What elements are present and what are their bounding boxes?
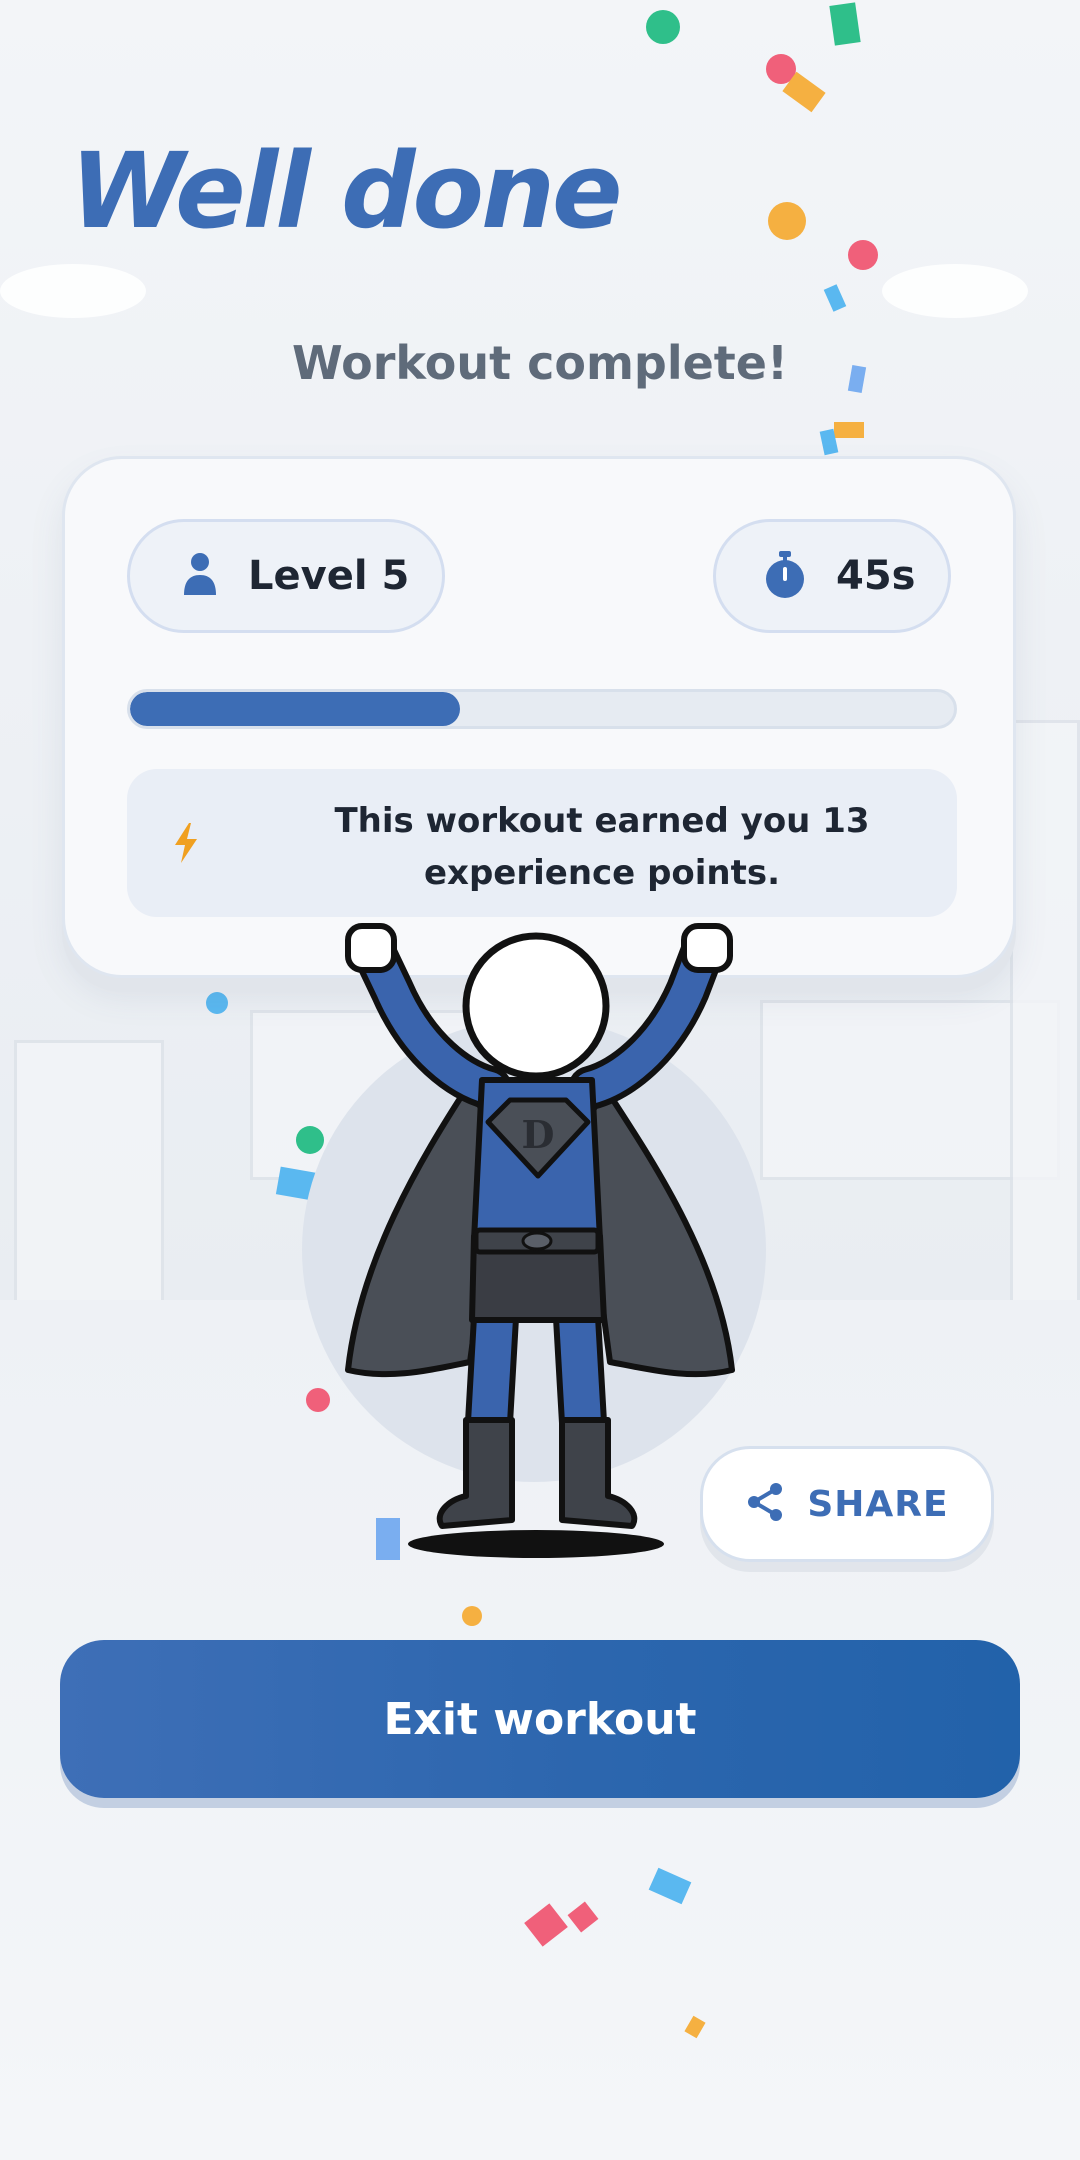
stopwatch-icon (762, 549, 808, 603)
ceiling-light (882, 264, 1028, 318)
xp-progress-bar (127, 689, 957, 729)
xp-message-box: This workout earned you 13 experience po… (127, 769, 957, 917)
person-icon (180, 551, 220, 601)
exit-workout-button[interactable]: Exit workout (60, 1640, 1020, 1798)
confetti-piece (829, 2, 861, 46)
exit-workout-label: Exit workout (383, 1693, 697, 1745)
level-pill: Level 5 (127, 519, 445, 633)
page-title: Well done (70, 130, 623, 252)
confetti-piece (834, 422, 864, 438)
ceiling-light (0, 264, 146, 318)
lightning-icon (171, 821, 201, 869)
confetti-piece (462, 1606, 482, 1626)
window (1010, 720, 1080, 1320)
share-button[interactable]: SHARE (700, 1446, 994, 1562)
time-pill: 45s (713, 519, 951, 633)
confetti-piece (848, 240, 878, 270)
share-label: SHARE (807, 1483, 949, 1525)
emblem-letter: D (522, 1112, 555, 1157)
time-value: 45s (836, 553, 916, 599)
hero-shadow (408, 1530, 664, 1558)
confetti-piece (646, 10, 680, 44)
level-value: Level 5 (248, 553, 410, 599)
xp-progress-fill (130, 692, 460, 726)
window (14, 1040, 164, 1330)
confetti-piece (768, 202, 806, 240)
xp-message: This workout earned you 13 experience po… (334, 801, 870, 893)
confetti-piece (206, 992, 228, 1014)
page-subtitle: Workout complete! (292, 336, 788, 390)
share-icon (745, 1481, 785, 1527)
